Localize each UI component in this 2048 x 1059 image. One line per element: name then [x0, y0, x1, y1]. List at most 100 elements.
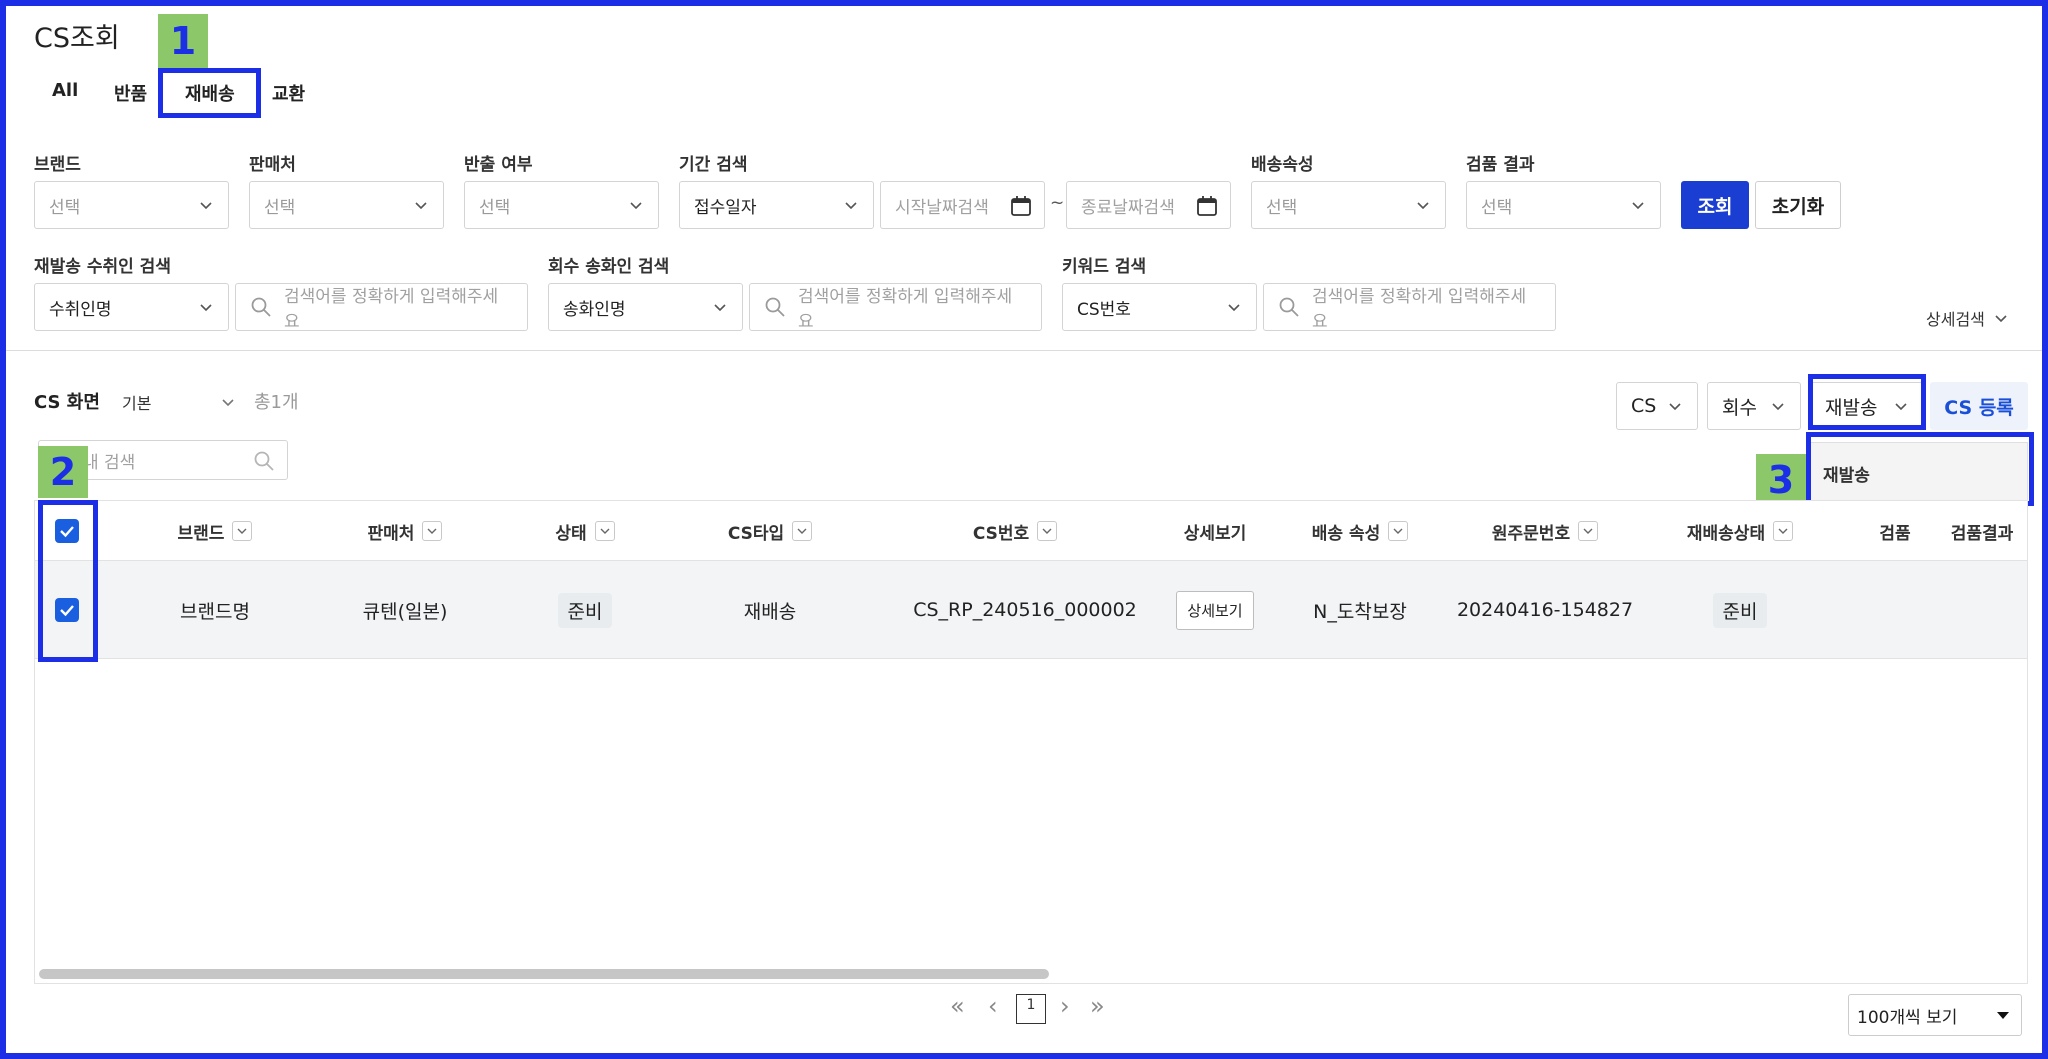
first-page-button[interactable]: « [950, 992, 965, 1020]
view-label: CS 화면 [34, 392, 100, 413]
column-filter-button[interactable] [792, 521, 813, 541]
brand-filter-label: 브랜드 [34, 155, 81, 175]
resend-recipient-select-value: 수취인명 [49, 299, 112, 320]
end-date-placeholder: 종료날짜검색 [1081, 197, 1175, 218]
view-select-value: 기본 [122, 394, 152, 413]
chevron-down-icon [237, 528, 247, 534]
period-type-select[interactable]: 접수일자 [679, 181, 874, 229]
search-icon[interactable] [253, 450, 275, 472]
inspection-result-select[interactable]: 선택 [1466, 181, 1661, 229]
column-label-detail: 상세보기 [1183, 523, 1247, 544]
column-header-resend-status: 재배송상태 [1655, 501, 1825, 561]
cs-select-value: CS [1631, 395, 1657, 417]
start-date-placeholder: 시작날짜검색 [895, 197, 989, 218]
column-label-seller: 판매처 [367, 523, 415, 544]
chevron-down-icon [845, 202, 857, 210]
cell-detail: 상세보기 [1155, 561, 1275, 659]
cell-inspection-result [1935, 561, 2029, 659]
next-page-button[interactable]: › [1060, 992, 1070, 1020]
calendar-icon[interactable] [1196, 195, 1218, 217]
calendar-icon[interactable] [1010, 195, 1032, 217]
release-select-value: 선택 [479, 197, 511, 218]
column-filter-button[interactable] [422, 521, 443, 541]
chevron-down-icon [1228, 304, 1240, 312]
seller-filter-label: 판매처 [249, 155, 296, 175]
date-range-separator: ~ [1050, 193, 1065, 213]
last-page-button[interactable]: » [1090, 992, 1105, 1020]
search-icon [765, 297, 785, 317]
cell-brand: 브랜드명 [180, 600, 250, 623]
chevron-down-icon [200, 304, 212, 312]
cell-seller: 큐텐(일본) [362, 600, 448, 623]
resend-recipient-placeholder: 검색어를 정확하게 입력해주세요 [284, 287, 499, 332]
resend-recipient-input[interactable]: 검색어를 정확하게 입력해주세요 [235, 283, 528, 332]
chevron-down-icon [630, 202, 642, 210]
brand-select[interactable]: 선택 [34, 181, 229, 229]
keyword-input[interactable]: 검색어를 정확하게 입력해주세요 [1263, 283, 1556, 332]
current-page[interactable]: 1 [1016, 994, 1046, 1024]
seller-select[interactable]: 선택 [249, 181, 444, 229]
section-divider [6, 350, 2042, 351]
table-row[interactable]: 브랜드명 큐텐(일본) 준비 재배송 CS_RP_240516_000002 상… [35, 561, 2027, 659]
column-filter-button[interactable] [1388, 521, 1409, 541]
highlight-box-checkbox-column [38, 500, 98, 662]
horizontal-scrollbar[interactable] [39, 969, 1049, 979]
column-label-brand: 브랜드 [177, 523, 225, 544]
column-filter-button[interactable] [232, 521, 253, 541]
column-label-cs-number: CS번호 [972, 523, 1030, 544]
detail-button[interactable]: 상세보기 [1176, 590, 1254, 630]
prev-page-button[interactable]: ‹ [988, 992, 998, 1020]
table-header: 브랜드 판매처 상태 CS타입 CS번호 상세보기 배송 속성 원주문번호 재배… [35, 501, 2027, 561]
cs-register-button[interactable]: CS 등록 [1930, 382, 2028, 430]
chevron-down-icon [1042, 528, 1052, 534]
column-header-cs-number: CS번호 [915, 501, 1115, 561]
total-count: 총1개 [254, 392, 299, 413]
resend-recipient-label: 재발송 수취인 검색 [34, 257, 171, 277]
cs-select[interactable]: CS [1616, 382, 1698, 430]
release-select[interactable]: 선택 [464, 181, 659, 229]
search-icon [251, 297, 271, 317]
column-label-shipping-attr: 배송 속성 [1311, 523, 1381, 544]
tab-all[interactable]: All [52, 80, 78, 101]
tab-return[interactable]: 반품 [114, 80, 147, 106]
return-sender-select-value: 송화인명 [563, 299, 626, 320]
status-badge: 준비 [557, 592, 613, 628]
advanced-search-toggle[interactable]: 상세검색 [1926, 306, 2009, 330]
end-date-input[interactable]: 종료날짜검색 [1066, 181, 1231, 229]
per-page-value: 100개씩 보기 [1857, 1007, 1958, 1028]
return-sender-input[interactable]: 검색어를 정확하게 입력해주세요 [749, 283, 1042, 332]
chevron-down-icon [1669, 403, 1681, 411]
keyword-type-select[interactable]: CS번호 [1062, 283, 1257, 331]
return-select[interactable]: 회수 [1707, 382, 1801, 430]
period-type-value: 접수일자 [694, 197, 757, 218]
column-label-inspection-result: 검품결과 [1950, 523, 2014, 544]
column-filter-button[interactable] [1578, 521, 1599, 541]
chevron-down-icon [797, 528, 807, 534]
column-header-inspection-result: 검품결과 [1935, 501, 2029, 561]
page-title: CS조회 [34, 23, 120, 54]
chevron-down-icon [714, 304, 726, 312]
step-marker-1: 1 [158, 14, 208, 68]
resend-status-badge: 준비 [1712, 592, 1768, 628]
start-date-input[interactable]: 시작날짜검색 [880, 181, 1045, 229]
per-page-select[interactable]: 100개씩 보기 [1848, 994, 2022, 1036]
return-sender-label: 회수 송화인 검색 [548, 257, 670, 277]
cell-cs-type: 재배송 [743, 600, 797, 623]
resend-recipient-select[interactable]: 수취인명 [34, 283, 229, 331]
tab-exchange[interactable]: 교환 [272, 80, 305, 106]
cell-order-number: 20240416-154827 [1456, 599, 1634, 621]
column-header-seller: 판매처 [325, 501, 485, 561]
cs-table: 브랜드 판매처 상태 CS타입 CS번호 상세보기 배송 속성 원주문번호 재배… [34, 500, 2028, 984]
chevron-down-icon [200, 202, 212, 210]
column-filter-button[interactable] [1037, 521, 1058, 541]
column-filter-button[interactable] [1773, 521, 1794, 541]
column-filter-button[interactable] [594, 521, 615, 541]
view-select[interactable]: 기본 [122, 390, 242, 414]
chevron-down-icon [427, 528, 437, 534]
column-label-order-number: 원주문번호 [1491, 523, 1571, 544]
reset-button[interactable]: 초기화 [1755, 181, 1841, 229]
return-sender-select[interactable]: 송화인명 [548, 283, 743, 331]
shipping-attr-select[interactable]: 선택 [1251, 181, 1446, 229]
search-button[interactable]: 조회 [1681, 181, 1749, 229]
search-icon [1279, 297, 1299, 317]
